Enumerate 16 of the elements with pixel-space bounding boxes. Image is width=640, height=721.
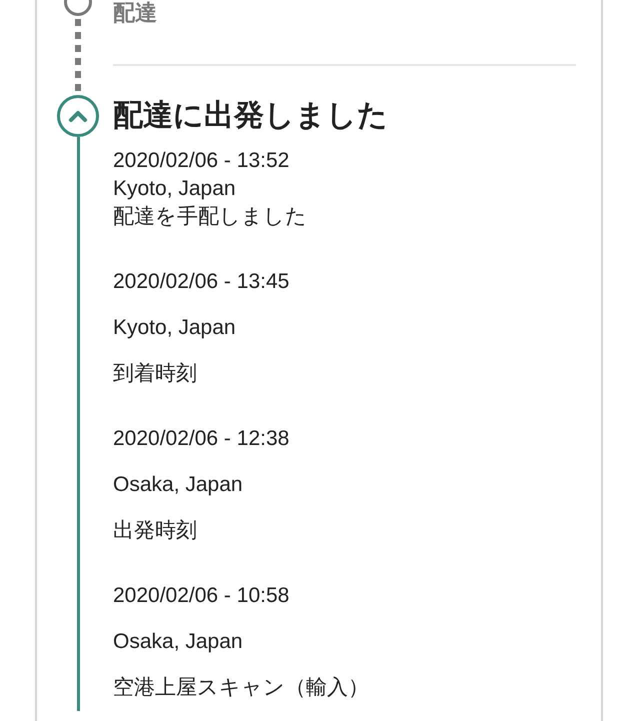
chevron-up-icon — [68, 109, 88, 123]
step-title: 配達に出発しました — [113, 98, 389, 134]
event-description: 出発時刻 — [113, 518, 198, 544]
event-location: Osaka, Japan — [113, 629, 244, 655]
event-location: Kyoto, Japan — [113, 176, 237, 202]
event-description: 配達を手配しました — [113, 204, 308, 230]
event-location: Kyoto, Japan — [113, 315, 237, 341]
event-location: Osaka, Japan — [113, 472, 244, 498]
event-time: 2020/02/06 - 13:52 — [113, 148, 290, 174]
event-time: 2020/02/06 - 13:45 — [113, 269, 290, 295]
collapse-button[interactable] — [57, 95, 99, 137]
event-description: 到着時刻 — [113, 361, 198, 387]
event-time: 2020/02/06 - 12:38 — [113, 426, 290, 452]
step-label: 配達 — [113, 0, 158, 26]
event-time: 2020/02/06 - 10:58 — [113, 583, 290, 609]
event-description: 空港上屋スキャン（輸入） — [113, 675, 370, 701]
